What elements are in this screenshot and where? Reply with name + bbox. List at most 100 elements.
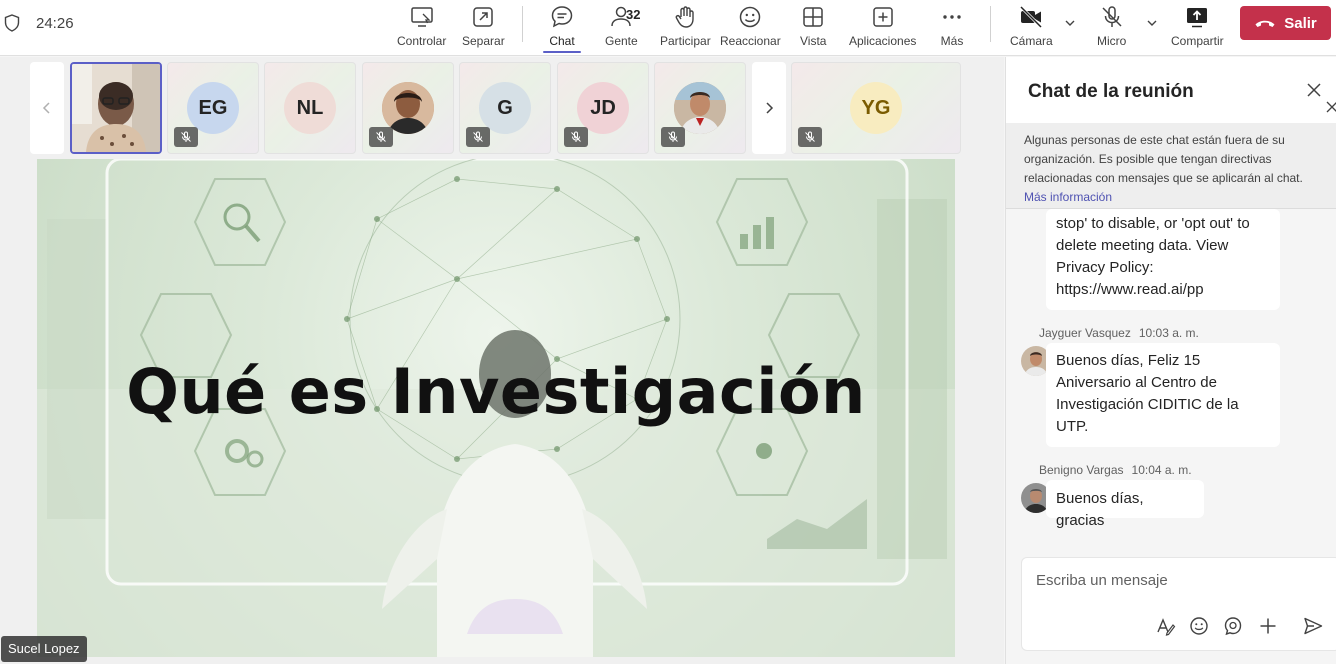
leave-label: Salir bbox=[1284, 14, 1317, 32]
message-text: Buenos días, gracias bbox=[1056, 490, 1144, 529]
participant-initials: EG bbox=[198, 96, 228, 119]
participants-prev-button[interactable] bbox=[30, 62, 64, 154]
participar-label: Participar bbox=[660, 34, 711, 48]
message-text: stop' to disable, or 'opt out' to delete… bbox=[1056, 215, 1250, 298]
participant-initials: YG bbox=[861, 96, 891, 119]
participant-video-feed bbox=[72, 64, 160, 152]
muted-badge bbox=[174, 127, 198, 147]
chat-icon bbox=[551, 6, 573, 28]
slide-title: Qué es Investigación bbox=[126, 355, 866, 428]
reaction-icon bbox=[740, 6, 761, 28]
participant-tile-yg[interactable]: YG bbox=[791, 62, 961, 154]
separar-label: Separar bbox=[462, 34, 505, 48]
dismiss-notice-icon[interactable] bbox=[1326, 101, 1336, 113]
chat-title: Chat de la reunión bbox=[1028, 81, 1194, 102]
participant-initials: JD bbox=[590, 96, 616, 119]
micro-label: Micro bbox=[1097, 34, 1127, 48]
chat-header: Chat de la reunión bbox=[1006, 57, 1336, 123]
participant-tile-eg[interactable]: EG bbox=[167, 62, 259, 154]
message-sender: Benigno Vargas bbox=[1039, 463, 1124, 477]
participant-tile-photo-2[interactable] bbox=[654, 62, 746, 154]
participant-tile-video[interactable] bbox=[70, 62, 162, 154]
chat-label: Chat bbox=[549, 34, 575, 48]
raise-hand-icon bbox=[675, 6, 695, 28]
phone-hangup-icon bbox=[1255, 20, 1275, 27]
send-icon[interactable] bbox=[1302, 615, 1324, 637]
muted-badge bbox=[564, 127, 588, 147]
mic-off-icon bbox=[668, 131, 678, 142]
micro-button[interactable]: Micro bbox=[1097, 2, 1126, 52]
people-label: Gente bbox=[605, 34, 638, 48]
reaccionar-label: Reaccionar bbox=[720, 34, 781, 48]
chat-message: stop' to disable, or 'opt out' to delete… bbox=[1046, 209, 1280, 310]
aplicaciones-button[interactable]: Aplicaciones bbox=[849, 2, 916, 52]
message-input[interactable] bbox=[1036, 572, 1316, 589]
mic-off-icon bbox=[473, 131, 483, 142]
message-text: Buenos días, Feliz 15 Aniversario al Cen… bbox=[1056, 352, 1239, 435]
reaccionar-button[interactable]: Reaccionar bbox=[720, 2, 781, 52]
participants-next-button[interactable] bbox=[752, 62, 786, 154]
mic-off-icon bbox=[1102, 6, 1122, 27]
compartir-button[interactable]: Compartir bbox=[1171, 2, 1224, 52]
controlar-button[interactable]: Controlar bbox=[397, 2, 446, 52]
chat-button[interactable]: Chat bbox=[543, 2, 581, 53]
camera-options-chevron-icon[interactable] bbox=[1063, 16, 1077, 30]
meeting-chat-panel: Chat de la reunión stop' to disable, or … bbox=[1005, 57, 1336, 664]
shield-icon bbox=[4, 14, 20, 32]
vista-button[interactable]: Vista bbox=[800, 2, 826, 52]
external-org-notice: Algunas personas de este chat están fuer… bbox=[1006, 123, 1336, 209]
aplicaciones-label: Aplicaciones bbox=[849, 34, 917, 48]
people-count: 32 bbox=[626, 7, 641, 22]
chevron-right-icon bbox=[766, 102, 774, 114]
participant-initials: NL bbox=[296, 96, 324, 119]
participant-tile-photo[interactable] bbox=[362, 62, 454, 154]
chat-message: Buenos días, Feliz 15 Aniversario al Cen… bbox=[1046, 343, 1280, 447]
format-icon[interactable] bbox=[1154, 615, 1176, 637]
shared-presentation-slide: Qué es Investigación bbox=[37, 159, 955, 657]
leave-button[interactable]: Salir bbox=[1240, 6, 1331, 40]
camera-label: Cámara bbox=[1010, 34, 1053, 48]
loop-icon[interactable] bbox=[1222, 615, 1244, 637]
muted-badge bbox=[661, 127, 685, 147]
toolbar-divider bbox=[522, 6, 523, 42]
camera-button[interactable]: Cámara bbox=[1010, 2, 1053, 52]
close-icon[interactable] bbox=[1306, 82, 1322, 98]
chevron-left-icon bbox=[42, 102, 50, 114]
chat-message: Buenos días, gracias bbox=[1046, 480, 1204, 529]
vista-label: Vista bbox=[800, 34, 827, 48]
plus-icon[interactable] bbox=[1257, 615, 1279, 637]
mic-off-icon bbox=[376, 131, 386, 142]
separar-button[interactable]: Separar bbox=[462, 2, 505, 52]
presenter-name-tag: Sucel Lopez bbox=[1, 636, 87, 662]
message-composer bbox=[1021, 557, 1336, 651]
share-icon bbox=[1187, 8, 1208, 28]
message-meta: Benigno Vargas 10:04 a. m. bbox=[1039, 463, 1192, 477]
view-icon bbox=[803, 7, 823, 27]
message-time: 10:04 a. m. bbox=[1131, 463, 1192, 477]
participar-button[interactable]: Participar bbox=[660, 2, 711, 52]
mic-off-icon bbox=[805, 131, 815, 142]
more-label: Más bbox=[940, 34, 964, 48]
muted-badge bbox=[369, 127, 393, 147]
apps-icon bbox=[872, 7, 893, 27]
compartir-label: Compartir bbox=[1171, 34, 1224, 48]
toolbar-divider bbox=[990, 6, 991, 42]
meeting-timer: 24:26 bbox=[36, 15, 74, 32]
participant-tile-nl[interactable]: NL bbox=[264, 62, 356, 154]
more-button[interactable]: Más bbox=[939, 2, 965, 52]
more-info-link[interactable]: Más información bbox=[1024, 190, 1112, 204]
more-icon bbox=[943, 15, 961, 19]
controlar-label: Controlar bbox=[397, 34, 447, 48]
participant-tile-jd[interactable]: JD bbox=[557, 62, 649, 154]
camera-off-icon bbox=[1020, 5, 1043, 29]
emoji-icon[interactable] bbox=[1188, 615, 1210, 637]
participant-initials: G bbox=[497, 96, 513, 119]
muted-badge bbox=[466, 127, 490, 147]
message-time: 10:03 a. m. bbox=[1138, 326, 1199, 340]
notice-text: Algunas personas de este chat están fuer… bbox=[1024, 133, 1303, 185]
share-screen-icon bbox=[410, 7, 433, 27]
participant-tile-g[interactable]: G bbox=[459, 62, 551, 154]
mic-off-icon bbox=[181, 131, 191, 142]
avatar: NL bbox=[284, 82, 336, 134]
mic-options-chevron-icon[interactable] bbox=[1145, 16, 1159, 30]
